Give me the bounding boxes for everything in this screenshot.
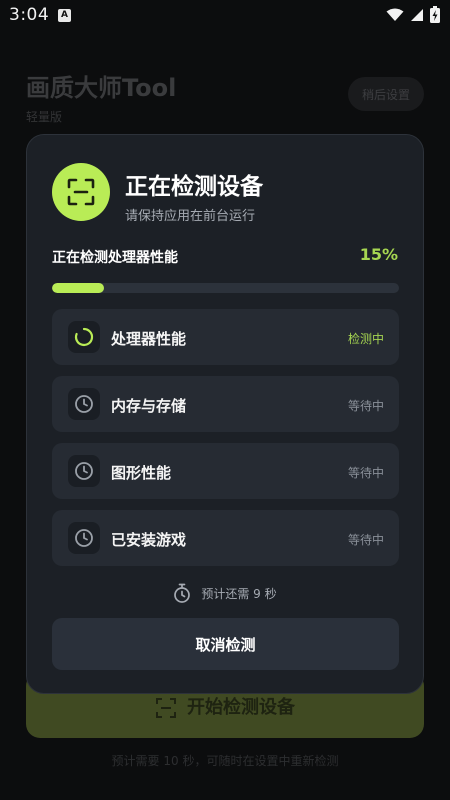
a-icon: A <box>58 9 71 22</box>
clock-icon <box>68 388 100 420</box>
app-subtitle: 轻量版 <box>26 110 63 124</box>
status-time: 3:04 <box>9 5 50 25</box>
task-label: 处理器性能 <box>111 330 187 348</box>
task-status: 等待中 <box>347 399 384 413</box>
wifi-icon <box>386 8 404 21</box>
clock-icon <box>68 522 100 554</box>
loading-spinner-icon <box>68 321 100 353</box>
eta-row: 预计还需 9 秒 <box>27 583 423 603</box>
dialog-title: 正在检测设备 <box>125 174 263 200</box>
scan-icon <box>156 698 176 718</box>
task-memory-storage: 内存与存储 等待中 <box>52 376 399 432</box>
task-label: 内存与存储 <box>111 397 187 415</box>
status-icons <box>386 6 440 23</box>
app-title: 画质大师Tool <box>26 74 177 102</box>
later-setup-button[interactable]: 稍后设置 <box>348 77 424 111</box>
progress-bar <box>52 283 399 293</box>
scan-icon-badge <box>52 163 110 221</box>
task-label: 图形性能 <box>111 464 172 482</box>
clock-icon <box>68 455 100 487</box>
current-step-label: 正在检测处理器性能 <box>52 250 178 266</box>
task-installed-games: 已安装游戏 等待中 <box>52 510 399 566</box>
timer-icon <box>174 583 191 603</box>
task-status: 等待中 <box>347 533 384 547</box>
cancel-detection-button[interactable]: 取消检测 <box>52 618 399 670</box>
task-cpu-performance: 处理器性能 检测中 <box>52 309 399 365</box>
detect-note: 预计需要 10 秒，可随时在设置中重新检测 <box>111 754 339 768</box>
task-graphics-performance: 图形性能 等待中 <box>52 443 399 499</box>
progress-bar-fill <box>52 283 105 293</box>
progress-percent: 15% <box>359 245 398 264</box>
status-bar: 3:04 A <box>0 0 450 32</box>
task-status: 等待中 <box>347 466 384 480</box>
dialog-subtitle: 请保持应用在前台运行 <box>125 209 256 224</box>
battery-charging-icon <box>430 6 440 23</box>
signal-icon <box>411 8 423 21</box>
task-label: 已安装游戏 <box>111 531 187 549</box>
start-detect-label: 开始检测设备 <box>187 697 295 718</box>
eta-text: 预计还需 9 秒 <box>201 586 277 601</box>
scan-icon <box>67 178 95 206</box>
task-status: 检测中 <box>347 332 384 346</box>
detection-dialog: 正在检测设备 请保持应用在前台运行 正在检测处理器性能 15% 处理器性能 检测… <box>26 134 424 694</box>
